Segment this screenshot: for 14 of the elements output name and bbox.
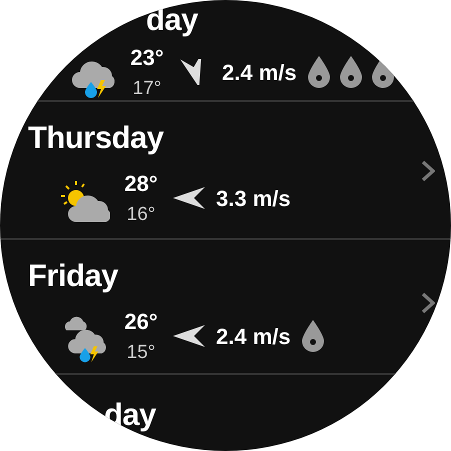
high-temperature: 28° (123, 172, 159, 194)
day-title: day (145, 1, 198, 39)
low-temperature: 16° (126, 204, 156, 224)
chevron-icon (421, 292, 435, 314)
chevron-icon (421, 160, 435, 182)
wind-speed: 2.4 m/s (222, 58, 297, 86)
wind-speed: 2.4 m/s (216, 322, 291, 350)
day-title: Friday (27, 257, 118, 295)
high-temperature: 26° (123, 310, 159, 332)
wind-speed: 3.3 m/s (216, 184, 291, 212)
low-temperature: 17° (132, 78, 162, 98)
high-temperature: 23° (129, 46, 165, 68)
day-title: Thursday (27, 119, 164, 157)
low-temperature: 15° (126, 342, 156, 362)
